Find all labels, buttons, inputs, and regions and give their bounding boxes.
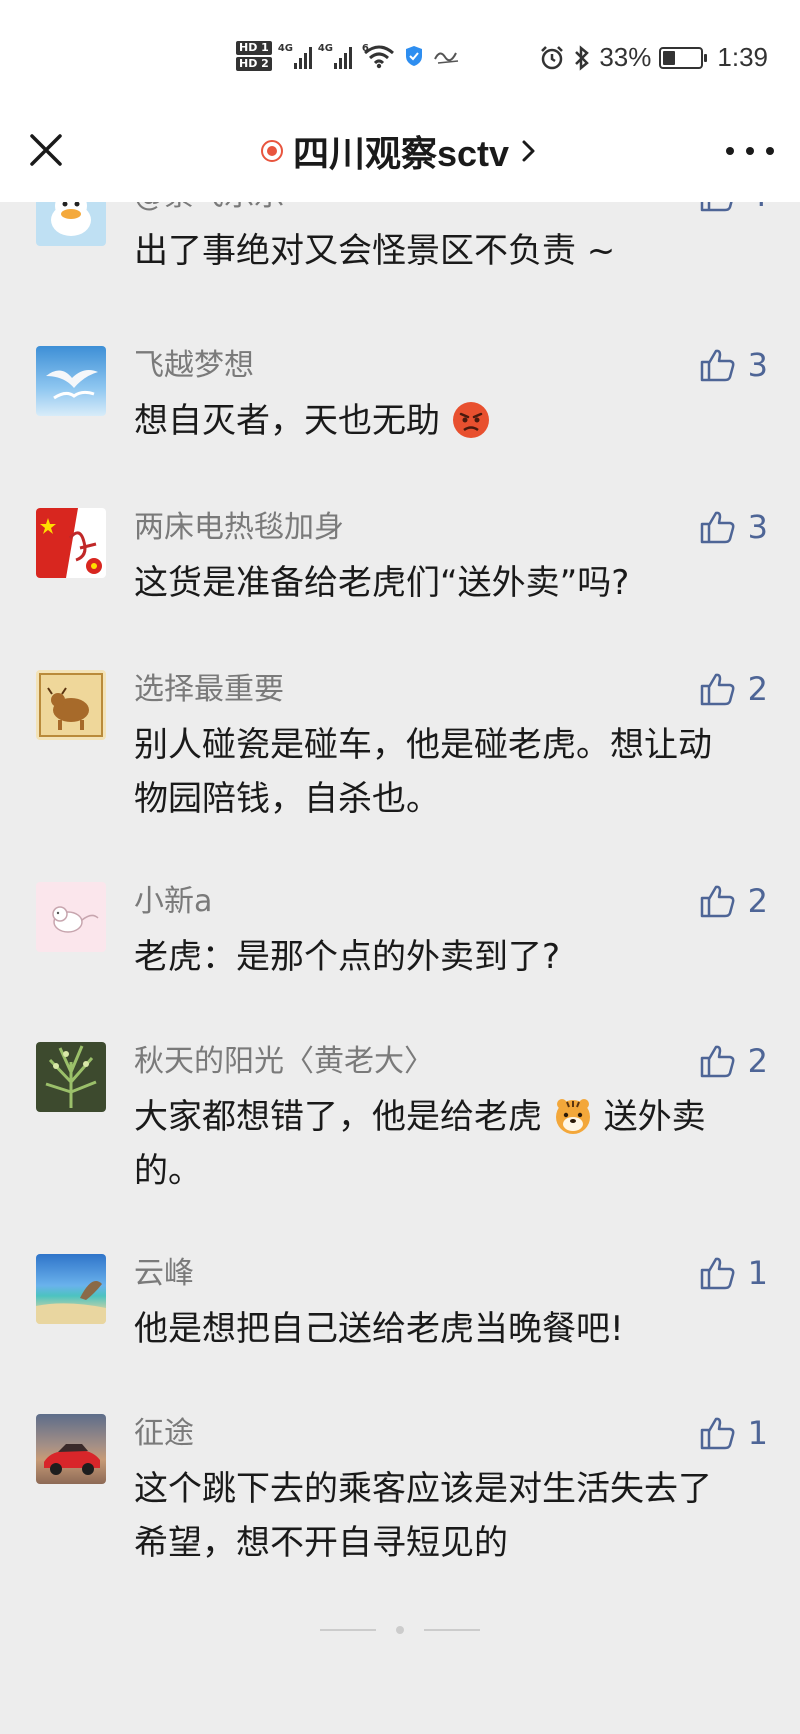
car-avatar[interactable] [36,1414,106,1484]
like-count: 1 [747,1254,768,1292]
clock-time: 1:39 [717,42,768,72]
plant-avatar[interactable] [36,1042,106,1112]
comment-line: 物园陪钱，自杀也。 [134,779,440,819]
study-app-icon [433,52,458,64]
comment-text: 老虎：是那个点的外卖到了? [134,930,774,984]
comment-list: @紫飞乐乐 4 出了事绝对又会怪景区不负责 ~ 飞越梦想 3 想自灭者，天也无助 [0,202,800,1734]
cartoon-avatar[interactable] [36,882,106,952]
more-dot [746,147,754,155]
close-icon[interactable] [24,128,68,172]
comment-author[interactable]: 云峰 [134,1256,194,1292]
like-button[interactable]: 2 [698,1042,768,1080]
account-title-link[interactable]: 四川观察sctv [260,125,539,177]
comment-author[interactable]: 秋天的阳光〈黄老大〉 [134,1044,434,1080]
tiger-face-emoji [555,1099,590,1134]
comment-author[interactable]: 征途 [134,1416,194,1452]
bluetooth-icon [575,44,590,71]
seagull-avatar[interactable] [36,346,106,416]
comment-text: 想自灭者，天也无助 [134,394,774,448]
chevron-right-icon [522,140,535,162]
comment-text: 他是想把自己送给老虎当晚餐吧! [134,1302,774,1356]
account-title: 四川观察sctv [292,133,510,174]
hd-indicators: HD 1 HD 2 [236,41,272,71]
wifi-icon: 6 [360,43,396,69]
like-button[interactable]: 2 [698,670,768,708]
comment-line: 他是想把自己送给老虎当晚餐吧! [134,1309,624,1349]
comment-text: 出了事绝对又会怪景区不负责 ~ [134,224,774,278]
top-nav-bar: 四川观察sctv [0,100,800,202]
comment-line: 希望，想不开自寻短见的 [134,1523,508,1563]
duck-avatar[interactable] [36,202,106,246]
signal-2-icon: 4G [318,43,352,69]
alarm-icon [541,45,564,69]
like-count: 1 [747,1414,768,1452]
comment-line: 出了事绝对又会怪景区不负责 ~ [134,231,616,271]
like-button[interactable]: 1 [698,1254,768,1292]
battery-level-fill [663,50,676,65]
thumbs-up-icon [700,885,735,918]
like-button[interactable]: 1 [698,1414,768,1452]
shield-icon [405,46,422,66]
like-button[interactable]: 4 [698,202,768,214]
thumbs-up-icon [700,1257,735,1290]
like-button[interactable]: 3 [698,346,768,384]
like-count: 2 [747,670,768,708]
comment-author[interactable]: 飞越梦想 [134,348,254,384]
end-line-right [424,1629,480,1631]
like-count: 4 [748,202,768,213]
beach-avatar[interactable] [36,1254,106,1324]
battery-icon [659,46,708,69]
thumbs-up-icon [700,1045,735,1078]
more-dot [726,147,734,155]
thumbs-up-icon [700,349,735,382]
live-indicator-icon [260,140,283,162]
status-left-icons: HD 1 HD 2 4G 4G 6 [236,34,462,78]
angry-face-emoji [452,402,489,438]
like-button[interactable]: 2 [698,882,768,920]
thumbs-up-icon [700,511,735,544]
comment-author[interactable]: 选择最重要 [134,672,284,708]
comment-line: 别人碰瓷是碰车，他是碰老虎。想让动 [134,725,712,765]
comment-line: 老虎：是那个点的外卖到了? [134,937,561,977]
hd2-badge: HD 2 [236,57,272,71]
thumbs-up-icon [700,1417,735,1450]
end-line-left [320,1629,376,1631]
thumbs-up-icon [700,673,735,706]
comment-line: 这个跳下去的乘客应该是对生活失去了 [134,1469,712,1509]
ox-avatar[interactable] [36,670,106,740]
comment-text: 这货是准备给老虎们“送外卖”吗? [134,556,774,610]
comment-author[interactable]: 两床电热毯加身 [134,510,344,546]
comment-line: 想自灭者，天也无助 [134,394,774,448]
thumbs-up-icon [700,202,733,212]
comment-line: 的。 [134,1151,202,1191]
comment-line: 这货是准备给老虎们“送外卖”吗? [134,563,630,603]
like-count: 2 [747,882,768,920]
like-count: 2 [747,1042,768,1080]
more-options-button[interactable] [726,136,774,166]
comment-author[interactable]: 小新a [134,884,212,920]
status-bar: HD 1 HD 2 4G 4G 6 33% 1:39 [0,0,800,100]
comment-line: 大家都想错了，他是给老虎 送外卖 [134,1097,706,1137]
flag-avatar[interactable] [36,508,106,578]
comment-author[interactable]: @紫飞乐乐 [134,202,284,214]
hd1-badge: HD 1 [236,41,272,55]
comment-text: 大家都想错了，他是给老虎 送外卖 的。 [134,1090,774,1198]
more-dot [766,147,774,155]
list-end-indicator [0,1620,800,1640]
comment-text: 这个跳下去的乘客应该是对生活失去了 希望，想不开自寻短见的 [134,1462,774,1570]
end-dot [396,1626,404,1634]
comment-text: 别人碰瓷是碰车，他是碰老虎。想让动 物园陪钱，自杀也。 [134,718,774,826]
signal-1-icon: 4G [278,43,312,69]
like-count: 3 [747,508,768,546]
status-right-icons: 33% 1:39 [539,42,768,73]
battery-percent: 33% [599,42,652,72]
like-count: 3 [747,346,768,384]
like-button[interactable]: 3 [698,508,768,546]
